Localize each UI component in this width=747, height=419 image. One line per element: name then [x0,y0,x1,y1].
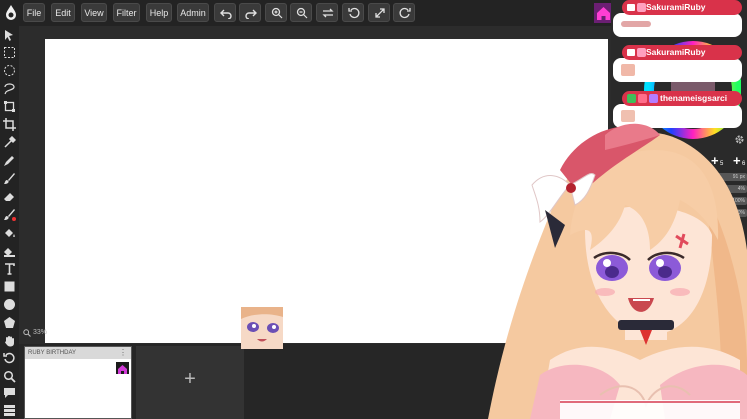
sticker-image [241,307,283,349]
ellipse-shape-icon[interactable] [3,298,16,311]
polygon-shape-icon[interactable] [3,316,16,329]
sword-badge-icon [627,94,636,103]
brush-slot-6-label: 6 [742,161,746,167]
rectangle-shape-icon[interactable] [3,280,16,293]
ellipse-select-icon[interactable] [3,64,16,77]
redo-icon [245,9,257,19]
view-menu-button[interactable]: View [81,3,107,22]
chat-message [613,104,742,128]
add-brush-slot-5[interactable]: + [711,153,719,168]
fill-bucket-icon[interactable] [3,226,16,239]
drawpile-logo-icon [6,5,16,20]
emote-icon [621,21,651,27]
pen-icon[interactable] [3,154,16,167]
chat-username-badge: thenameisgsarci [622,91,742,106]
zoom-indicator-icon [23,329,31,337]
zoom-out-icon [296,7,308,19]
redo-button[interactable] [239,3,261,22]
chat-username-badge: SakuramiRuby [622,0,742,15]
expand-icon [375,8,385,18]
add-layer-label: + [184,368,196,390]
zoom-out-button[interactable] [290,3,312,22]
gradient-icon[interactable] [3,244,16,257]
home-icon [118,365,127,374]
hand-pan-icon[interactable] [3,334,16,347]
size-value: 91 px [732,174,745,180]
brush-slot-5-label: 5 [720,161,724,167]
transform-icon[interactable] [3,100,16,113]
opacity-value: 4% [737,186,745,192]
smoothing-value: 100% [732,210,745,216]
top-toolbar: File Edit View Filter Help Admin [0,0,620,26]
smoothing-slider[interactable]: 100% [706,209,747,217]
add-brush-slot-4[interactable]: + [689,153,697,168]
chat-username-badge: SakuramiRuby [622,45,742,60]
undo-icon [220,9,232,19]
rotate-ccw-button[interactable] [342,3,364,22]
chat-message [613,13,742,37]
eyedropper-icon[interactable] [3,136,16,149]
layer-name: RUBY BIRTHDAY [28,350,77,356]
sub-badge-icon [649,94,658,103]
emote-icon [621,64,635,76]
heart-badge-icon [637,48,646,57]
undo-button[interactable] [214,3,236,22]
heart-badge-icon [638,94,647,103]
zoom-in-icon [271,7,283,19]
layer-card[interactable]: RUBY BIRTHDAY ⋮ [24,346,132,419]
swap-arrows-icon [322,8,334,18]
layer-title-bar: RUBY BIRTHDAY ⋮ [25,347,131,359]
file-menu-button[interactable]: File [23,3,45,22]
size-slider[interactable]: 91 px [706,173,747,181]
flip-button[interactable] [316,3,338,22]
heart-badge-icon [637,3,646,12]
lasso-icon[interactable] [3,82,16,95]
brush-icon[interactable] [3,172,16,185]
hardness-slider[interactable]: 100% [706,197,747,205]
tool-palette [0,26,19,419]
help-menu-button[interactable]: Help [146,3,172,22]
brush-slot-4-label: 4 [698,161,702,167]
rotate-cw-button[interactable] [393,3,415,22]
admin-menu-button[interactable]: Admin [177,3,209,22]
text-icon[interactable] [3,262,16,275]
edit-menu-button[interactable]: Edit [51,3,75,22]
chat-username: SakuramiRuby [646,2,706,12]
add-layer-button[interactable]: + [136,346,244,419]
eraser-icon[interactable] [3,190,16,203]
smudge-icon[interactable] [3,208,16,221]
layers-panel-icon[interactable] [3,404,16,417]
rect-select-icon[interactable] [3,46,16,59]
chat-username: thenameisgsarci [660,93,728,103]
crop-icon[interactable] [3,118,16,131]
chat-bubble-icon[interactable] [3,386,16,399]
opacity-slider[interactable]: 4% [706,185,747,193]
hardness-value: 100% [732,198,745,204]
chat-username: SakuramiRuby [646,47,706,57]
add-brush-slot-6[interactable]: + [733,153,741,168]
settings-gear-icon[interactable] [734,134,745,145]
rotate-cw-icon [399,7,411,19]
zoom-level-label: 33% [33,329,48,336]
move-cursor-icon[interactable] [3,29,16,42]
drawing-canvas[interactable] [45,39,608,343]
chat-message [613,58,742,82]
rotate-view-icon[interactable] [3,352,16,365]
zoom-tool-icon[interactable] [3,370,16,383]
filter-menu-button[interactable]: Filter [113,3,140,22]
zoom-in-button[interactable] [265,3,287,22]
fit-screen-button[interactable] [368,3,390,22]
camera-icon [627,49,635,56]
camera-icon [627,4,635,11]
rotate-ccw-icon [348,7,360,19]
emote-icon [621,110,635,122]
layer-menu-icon[interactable]: ⋮ [119,347,127,358]
layer-thumbnail [116,362,129,374]
